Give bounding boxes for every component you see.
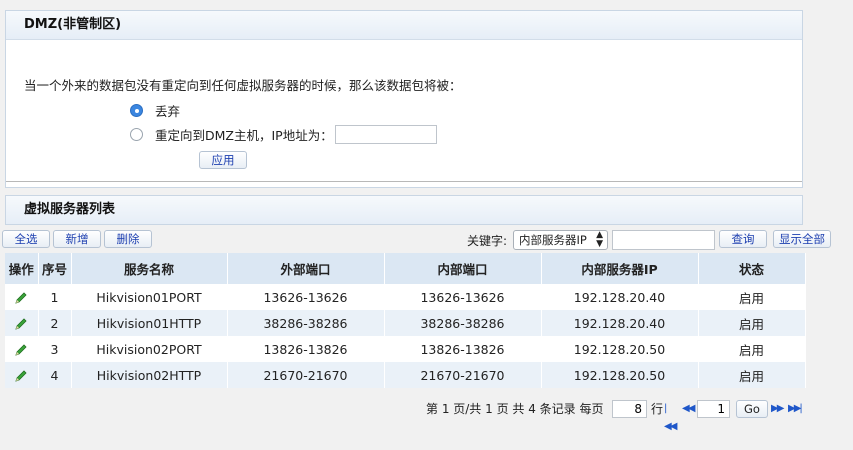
col-header-internal-ip: 内部服务器IP bbox=[541, 253, 699, 284]
table-header-row: 操作 序号 服务名称 外部端口 内部端口 内部服务器IP 状态 bbox=[5, 253, 806, 284]
select-arrows-icon: ▲ ▼ bbox=[596, 230, 603, 249]
prev-page-icon[interactable]: ◀◀ bbox=[682, 400, 695, 418]
pencil-icon[interactable] bbox=[14, 369, 28, 383]
table-row: 3 Hikvision02PORT 13826-13826 13826-1382… bbox=[5, 336, 806, 362]
row-status: 启用 bbox=[698, 310, 806, 336]
edit-cell[interactable] bbox=[5, 362, 39, 388]
pencil-icon[interactable] bbox=[14, 343, 28, 357]
row-service-name: Hikvision02PORT bbox=[71, 336, 228, 362]
dmz-panel: DMZ(非管制区) 当一个外来的数据包没有重定向到任何虚拟服务器的时候，那么该数… bbox=[5, 10, 803, 188]
row-index: 1 bbox=[38, 284, 72, 310]
select-all-button[interactable]: 全选 bbox=[2, 230, 50, 248]
next-page-icon[interactable]: ▶▶ bbox=[771, 400, 784, 418]
col-header-internal-port: 内部端口 bbox=[384, 253, 542, 284]
virtual-server-toolbar: 全选 新增 删除 关键字: 内部服务器IP ▲ ▼ 查询 显示全部 bbox=[1, 230, 853, 250]
page-number-input[interactable] bbox=[697, 400, 730, 418]
col-header-index: 序号 bbox=[38, 253, 72, 284]
virtual-server-table: 操作 序号 服务名称 外部端口 内部端口 内部服务器IP 状态 1 Hikvis… bbox=[5, 253, 806, 388]
row-internal-port: 38286-38286 bbox=[384, 310, 542, 336]
row-service-name: Hikvision01HTTP bbox=[71, 310, 228, 336]
row-status: 启用 bbox=[698, 336, 806, 362]
row-status: 启用 bbox=[698, 284, 806, 310]
divider bbox=[6, 181, 802, 182]
delete-button[interactable]: 删除 bbox=[104, 230, 152, 248]
virtual-server-title: 虚拟服务器列表 bbox=[6, 196, 802, 224]
search-button[interactable]: 查询 bbox=[719, 230, 767, 248]
table-row: 2 Hikvision01HTTP 38286-38286 38286-3828… bbox=[5, 310, 806, 336]
row-external-port: 38286-38286 bbox=[227, 310, 385, 336]
row-internal-port: 13626-13626 bbox=[384, 284, 542, 310]
edit-cell[interactable] bbox=[5, 336, 39, 362]
apply-button[interactable]: 应用 bbox=[199, 151, 247, 169]
keyword-label: 关键字: bbox=[467, 234, 508, 248]
virtual-server-panel: 虚拟服务器列表 bbox=[5, 195, 803, 225]
pencil-icon[interactable] bbox=[14, 317, 28, 331]
dmz-ip-input[interactable] bbox=[334, 125, 437, 144]
option-drop-row[interactable]: 丢弃 bbox=[130, 101, 180, 120]
drop-label: 丢弃 bbox=[155, 104, 181, 119]
row-index: 4 bbox=[38, 362, 72, 388]
row-service-name: Hikvision01PORT bbox=[71, 284, 228, 310]
row-internal-port: 13826-13826 bbox=[384, 336, 542, 362]
redirect-label: 重定向到DMZ主机，IP地址为： bbox=[155, 128, 333, 143]
pager-summary: 第 1 页/共 1 页 共 4 条记录 每页 bbox=[426, 402, 604, 416]
last-page-icon[interactable]: ▶▶| bbox=[788, 400, 803, 418]
edit-cell[interactable] bbox=[5, 310, 39, 336]
col-header-service-name: 服务名称 bbox=[71, 253, 228, 284]
edit-cell[interactable] bbox=[5, 284, 39, 310]
dmz-title: DMZ(非管制区) bbox=[6, 11, 802, 40]
show-all-button[interactable]: 显示全部 bbox=[773, 230, 831, 248]
keyword-select[interactable]: 内部服务器IP ▲ ▼ bbox=[513, 230, 608, 250]
first-page-icon[interactable]: |◀◀ bbox=[664, 400, 677, 436]
row-index: 2 bbox=[38, 310, 72, 336]
row-internal-ip: 192.128.20.40 bbox=[541, 284, 699, 310]
row-internal-ip: 192.128.20.50 bbox=[541, 362, 699, 388]
row-internal-ip: 192.128.20.50 bbox=[541, 336, 699, 362]
col-header-external-port: 外部端口 bbox=[227, 253, 385, 284]
per-page-input[interactable] bbox=[612, 400, 647, 418]
keyword-input[interactable] bbox=[612, 230, 715, 250]
table-row: 4 Hikvision02HTTP 21670-21670 21670-2167… bbox=[5, 362, 806, 388]
row-status: 启用 bbox=[698, 362, 806, 388]
row-external-port: 21670-21670 bbox=[227, 362, 385, 388]
col-header-action: 操作 bbox=[5, 253, 39, 284]
keyword-select-value: 内部服务器IP bbox=[519, 233, 587, 247]
row-internal-port: 21670-21670 bbox=[384, 362, 542, 388]
table-row: 1 Hikvision01PORT 13626-13626 13626-1362… bbox=[5, 284, 806, 310]
drop-radio[interactable] bbox=[130, 104, 143, 117]
pencil-icon[interactable] bbox=[14, 291, 28, 305]
redirect-radio[interactable] bbox=[130, 128, 143, 141]
row-external-port: 13826-13826 bbox=[227, 336, 385, 362]
option-redirect-row[interactable]: 重定向到DMZ主机，IP地址为： bbox=[130, 125, 437, 144]
add-button[interactable]: 新增 bbox=[53, 230, 101, 248]
go-button[interactable]: Go bbox=[736, 400, 768, 418]
row-index: 3 bbox=[38, 336, 72, 362]
row-service-name: Hikvision02HTTP bbox=[71, 362, 228, 388]
row-external-port: 13626-13626 bbox=[227, 284, 385, 310]
dmz-question: 当一个外来的数据包没有重定向到任何虚拟服务器的时候，那么该数据包将被： bbox=[24, 78, 462, 93]
row-internal-ip: 192.128.20.40 bbox=[541, 310, 699, 336]
col-header-status: 状态 bbox=[698, 253, 806, 284]
per-page-unit: 行 bbox=[651, 402, 664, 416]
